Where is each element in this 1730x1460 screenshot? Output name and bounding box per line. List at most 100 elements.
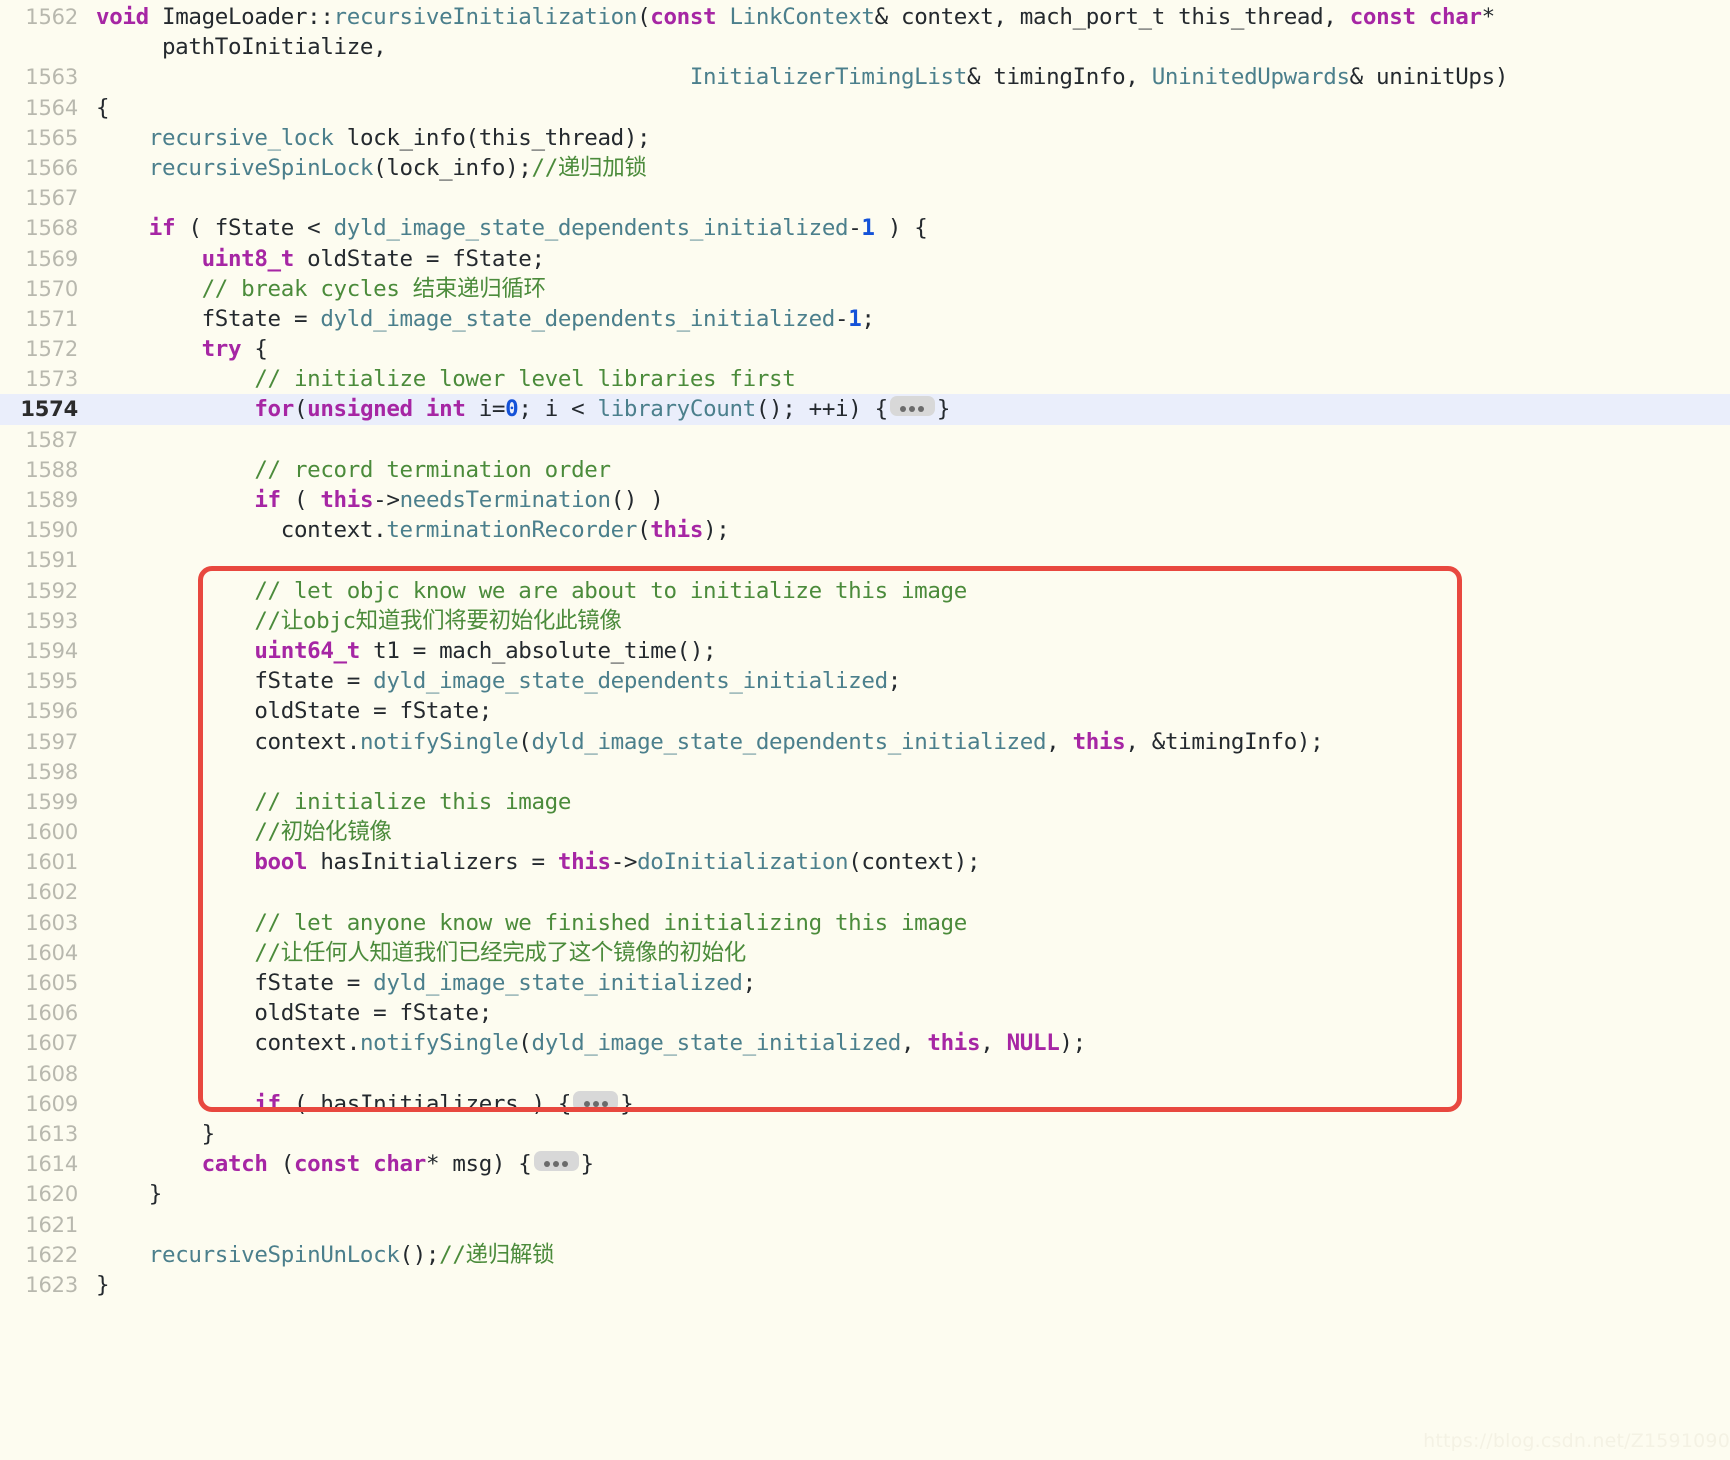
token-cmt: // let objc know we are about to initial… (254, 577, 967, 604)
line-number: 1570 (25, 276, 78, 301)
code-text: oldState = fState; (96, 696, 1730, 726)
token-kw: this (650, 517, 704, 544)
token-typ: dyld_image_state_dependents_initialized (333, 215, 849, 242)
token-plain: ( (267, 1151, 295, 1178)
token-plain: -> (610, 849, 638, 876)
code-line: 1605 fState = dyld_image_state_initializ… (0, 968, 1730, 998)
code-text: catch (const char* msg) {} (96, 1149, 1730, 1179)
token-kw: try (201, 336, 242, 363)
expand-hidden-lines-button[interactable] (533, 1151, 579, 1172)
code-text: for(unsigned int i=0; i < libraryCount()… (96, 394, 1730, 424)
code-text: uint8_t oldState = fState; (96, 244, 1730, 274)
line-number: 1571 (25, 306, 78, 331)
token-plain: ; (742, 970, 757, 996)
line-number: 1587 (25, 427, 78, 452)
line-number: 1588 (25, 457, 78, 482)
token-typ: recursiveInitialization (333, 4, 638, 30)
token-plain: & timingInfo, (966, 64, 1152, 91)
code-line: 1601 bool hasInitializers = this->doInit… (0, 847, 1730, 877)
code-line: 1592 // let objc know we are about to in… (0, 576, 1730, 606)
token-cmt: //初始化镜像 (254, 819, 392, 846)
token-num: 1 (848, 305, 862, 332)
code-text: } (96, 1119, 1730, 1149)
token-num: 1 (861, 215, 875, 242)
code-line: 1607 context.notifySingle(dyld_image_sta… (0, 1028, 1730, 1058)
token-kw: if (254, 487, 281, 513)
line-number: 1568 (25, 216, 78, 241)
line-number: 1593 (25, 608, 78, 633)
code-line: 1568 if ( fState < dyld_image_state_depe… (0, 213, 1730, 243)
token-plain: hasInitializers = (307, 849, 558, 876)
token-typ: recursiveSpinUnLock (148, 1241, 400, 1268)
token-typ: dyld_image_state_initialized (531, 1030, 902, 1057)
code-line: pathToInitialize, (0, 32, 1730, 62)
expand-hidden-lines-button[interactable] (889, 396, 935, 417)
code-line: 1566 recursiveSpinLock(lock_info);//递归加锁 (0, 153, 1730, 183)
line-number: 1597 (25, 729, 78, 754)
token-kw: this (320, 487, 374, 513)
code-text: if ( fState < dyld_image_state_dependent… (96, 213, 1730, 243)
code-line: 1587 (0, 425, 1730, 455)
code-line: 1623} (0, 1270, 1730, 1300)
token-cmt: // initialize lower level libraries firs… (254, 366, 796, 393)
token-cmt: //递归解锁 (439, 1241, 555, 1268)
line-number: 1607 (25, 1031, 78, 1056)
code-line: 1591 (0, 545, 1730, 575)
token-cmt: // initialize this image (254, 788, 572, 815)
code-listing: 1562 void ImageLoader::recursiveInitializ… (0, 0, 1730, 1460)
line-number: 1596 (25, 699, 78, 724)
token-plain: - (835, 305, 849, 332)
token-plain: , &timingInfo); (1125, 728, 1324, 755)
expand-hidden-lines-button[interactable] (573, 1090, 619, 1111)
code-text: oldState = fState; (96, 998, 1730, 1028)
line-number: 1572 (25, 337, 78, 362)
token-kw: this (1072, 728, 1126, 755)
code-text: if ( hasInitializers ) {} (96, 1089, 1730, 1119)
token-plain: ) { (874, 215, 928, 242)
code-text: InitializerTimingList& timingInfo, Unini… (96, 62, 1730, 92)
token-typ: dyld_image_state_initialized (373, 970, 743, 996)
line-number: 1562 (25, 5, 78, 29)
token-plain: & context, mach_port_t this_thread, (874, 4, 1350, 30)
line-number: 1594 (25, 638, 78, 663)
code-line: 1598 (0, 757, 1730, 787)
line-number: 1621 (25, 1212, 78, 1237)
code-line: 1567 (0, 183, 1730, 213)
dot-icon (909, 406, 916, 413)
code-line: 1602 (0, 877, 1730, 907)
line-number: 1563 (25, 65, 78, 90)
code-text: fState = dyld_image_state_dependents_ini… (96, 304, 1730, 334)
token-plain: (); (399, 1241, 440, 1268)
code-line: 1571 fState = dyld_image_state_dependent… (0, 304, 1730, 334)
token-fn: needsTermination (399, 487, 611, 513)
code-text: // initialize lower level libraries firs… (96, 364, 1730, 394)
dot-icon (544, 1161, 551, 1168)
line-number: 1606 (25, 1001, 78, 1026)
token-fn: terminationRecorder (386, 517, 638, 544)
line-number: 1622 (25, 1242, 78, 1267)
token-plain: ( hasInitializers ) { (280, 1090, 572, 1117)
token-plain: oldState = fState; (96, 1000, 492, 1027)
code-line: 1589 if ( this->needsTermination() ) (0, 485, 1730, 515)
token-fn: doInitialization (637, 849, 849, 876)
code-text: } (96, 1270, 1730, 1300)
token-cmt: //让objc知道我们将要初始化此镜像 (254, 607, 622, 634)
code-text: void ImageLoader::recursiveInitializatio… (96, 2, 1730, 32)
line-number: 1600 (25, 820, 78, 845)
code-line: 1590 context.terminationRecorder(this); (0, 515, 1730, 545)
line-number: 1602 (25, 880, 78, 905)
token-plain: - (848, 215, 862, 242)
dot-icon (918, 406, 925, 413)
line-number: 1609 (25, 1091, 78, 1116)
code-text: { (96, 93, 1730, 123)
token-plain: ( (518, 1030, 532, 1057)
